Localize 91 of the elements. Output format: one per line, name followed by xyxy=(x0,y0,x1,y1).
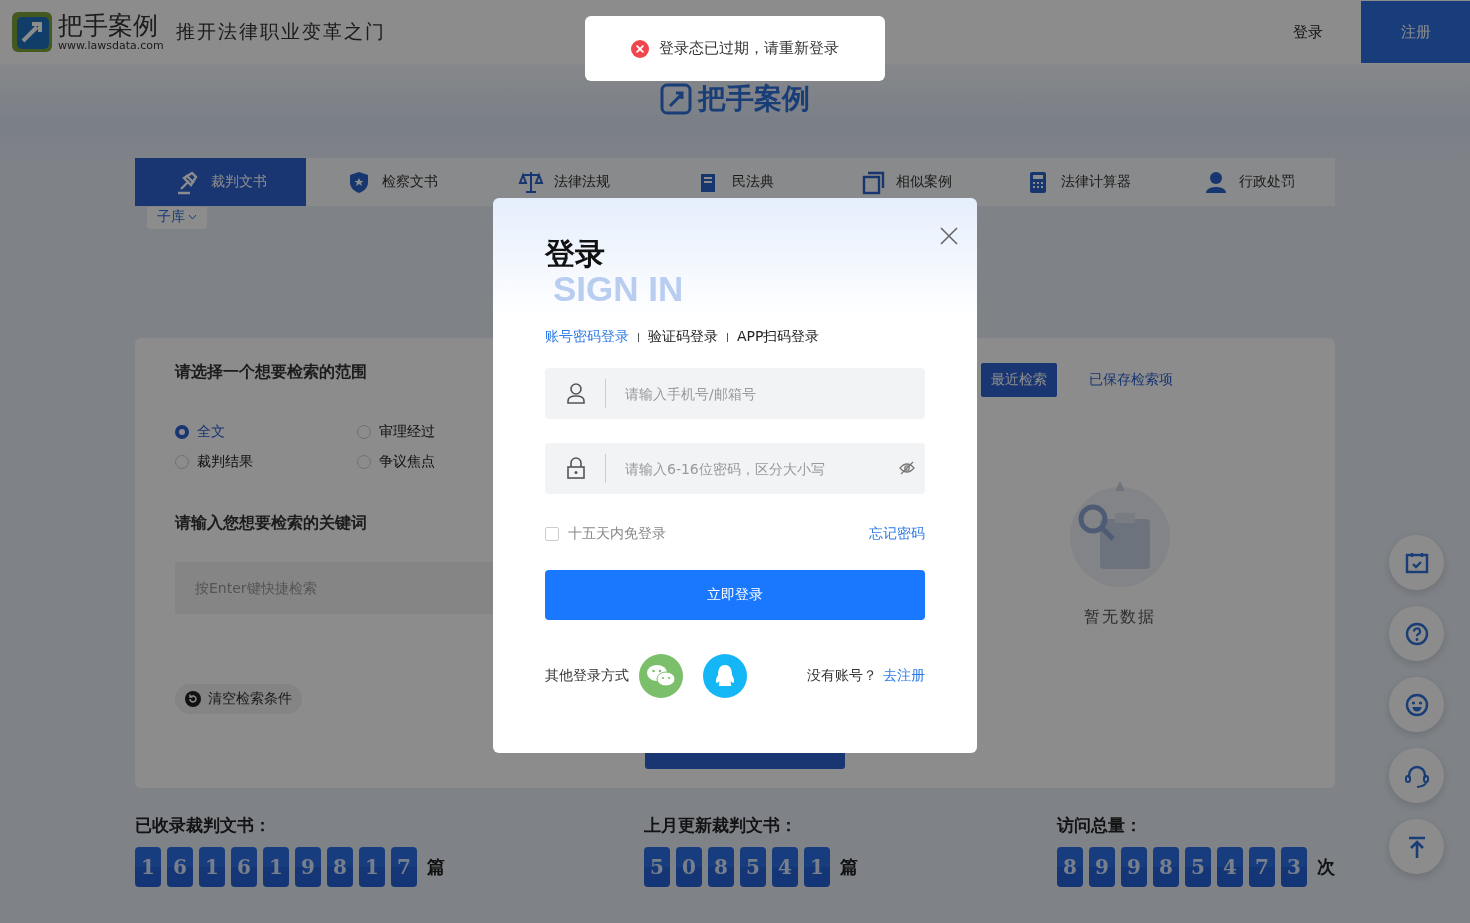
remember-checkbox[interactable] xyxy=(545,527,559,541)
float-button[interactable] xyxy=(1389,677,1444,732)
password-field[interactable]: 请输入6-16位密码，区分大小写 xyxy=(545,443,925,494)
caret-icon xyxy=(188,214,197,220)
wechat-login-button[interactable] xyxy=(639,654,683,698)
stat-label: 访问总量： xyxy=(1057,814,1143,837)
nav-tab[interactable]: 裁判文书 xyxy=(135,158,307,206)
float-button[interactable] xyxy=(1389,535,1444,590)
watermark-text: SIGN IN xyxy=(553,271,684,307)
user-icon xyxy=(566,382,586,404)
section-title: 请选择一个想要检索的范围 xyxy=(175,362,367,383)
nav-tab[interactable]: 法律计算器 xyxy=(992,158,1164,206)
counter-digit: 9 xyxy=(295,847,321,887)
clear-button[interactable]: 清空检索条件 xyxy=(175,684,302,714)
counter-digit: 4 xyxy=(772,847,798,887)
eye-hidden-icon xyxy=(899,461,915,475)
history-tab[interactable]: 最近检索 xyxy=(981,363,1057,397)
account-field[interactable]: 请输入手机号/邮箱号 xyxy=(545,368,925,419)
error-icon xyxy=(631,39,649,58)
counter-digit: 8 xyxy=(708,847,734,887)
qq-login-button[interactable] xyxy=(703,654,747,698)
logo-icon xyxy=(10,10,54,54)
counter-digit: 8 xyxy=(1057,847,1083,887)
login-method-tab[interactable]: 验证码登录 xyxy=(648,328,718,346)
dialog-title: 登录 xyxy=(545,238,605,270)
remember-label: 十五天内免登录 xyxy=(568,525,666,543)
counter-digit: 6 xyxy=(167,847,193,887)
stat-label: 上月更新裁判文书： xyxy=(644,814,798,837)
login-link[interactable]: 登录 xyxy=(1293,22,1323,42)
float-button[interactable] xyxy=(1389,748,1444,803)
nav-tab[interactable]: 检察文书 xyxy=(306,158,478,206)
logo-name: 把手案例 xyxy=(58,13,159,38)
reset-icon xyxy=(185,691,201,707)
radio-button[interactable] xyxy=(175,425,189,439)
slogan: 推开法律职业变革之门 xyxy=(175,19,386,44)
radio-label: 裁判结果 xyxy=(197,453,253,471)
nav-tab[interactable]: 相似案例 xyxy=(820,158,993,206)
penguin-icon xyxy=(714,663,736,689)
lock-icon xyxy=(566,457,586,479)
stat-unit: 篇 xyxy=(427,855,445,879)
login-button[interactable]: 立即登录 xyxy=(545,570,925,620)
counter-digit: 7 xyxy=(1249,847,1275,887)
no-account-text: 没有账号？ xyxy=(807,667,877,683)
counter-digit: 7 xyxy=(391,847,417,887)
radio-label: 争议焦点 xyxy=(379,453,435,471)
nav-tab[interactable]: 行政处罚 xyxy=(1163,158,1335,206)
smiley-icon xyxy=(1403,691,1430,718)
counter-digit: 3 xyxy=(1281,847,1307,887)
register-button[interactable]: 注册 xyxy=(1361,1,1470,63)
sub-library-dropdown[interactable]: 子库 xyxy=(147,207,207,229)
nav-icon xyxy=(517,169,544,195)
counter-digit: 1 xyxy=(263,847,289,887)
other-login-label: 其他登录方式 xyxy=(545,667,629,685)
help-icon xyxy=(1403,620,1430,647)
counter-digit: 6 xyxy=(231,847,257,887)
radio-label: 审理经过 xyxy=(379,423,435,441)
radio-label: 全文 xyxy=(197,423,225,441)
forgot-password-link[interactable]: 忘记密码 xyxy=(869,525,925,543)
nav-icon xyxy=(860,169,887,195)
close-icon xyxy=(940,227,958,245)
counter-digit: 9 xyxy=(1121,847,1147,887)
stat-unit: 次 xyxy=(1317,855,1335,879)
counter-digit: 1 xyxy=(359,847,385,887)
history-tab[interactable]: 已保存检索项 xyxy=(1079,363,1183,397)
register-link[interactable]: 去注册 xyxy=(883,667,925,683)
counter-digit: 4 xyxy=(1217,847,1243,887)
logo-icon xyxy=(660,83,692,115)
counter-digit: 8 xyxy=(327,847,353,887)
nav-tab[interactable]: 法律法规 xyxy=(477,158,650,206)
counter-digit: 5 xyxy=(644,847,670,887)
float-button[interactable] xyxy=(1389,606,1444,661)
empty-text: 暂无数据 xyxy=(1084,607,1156,628)
toast-text: 登录态已过期，请重新登录 xyxy=(659,39,839,58)
float-button[interactable] xyxy=(1389,819,1444,874)
section-title: 请输入您想要检索的关键词 xyxy=(175,513,367,534)
banner-logo-text: 把手案例 xyxy=(698,81,810,117)
close-button[interactable] xyxy=(940,227,958,245)
counter-digit: 9 xyxy=(1089,847,1115,887)
counter-digit: 8 xyxy=(1153,847,1179,887)
counter-digit: 1 xyxy=(135,847,161,887)
stat-label: 已收录裁判文书： xyxy=(135,814,272,837)
counter-digit: 1 xyxy=(804,847,830,887)
counter-digit: 1 xyxy=(199,847,225,887)
counter-digit: 5 xyxy=(740,847,766,887)
stat-unit: 篇 xyxy=(840,855,858,879)
counter-digit: 0 xyxy=(676,847,702,887)
counter-digit: 5 xyxy=(1185,847,1211,887)
login-method-tab[interactable]: APP扫码登录 xyxy=(737,328,820,346)
chat-bubbles-icon xyxy=(646,663,676,689)
login-method-tab[interactable]: 账号密码登录 xyxy=(545,328,629,346)
logo-url: www.lawsdata.com xyxy=(58,40,164,51)
